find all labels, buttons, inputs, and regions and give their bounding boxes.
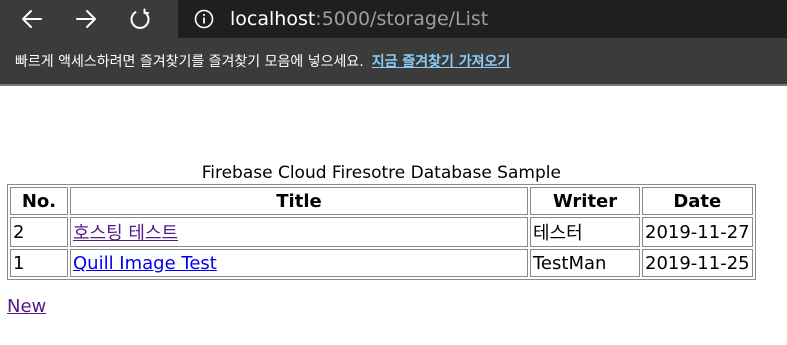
table-caption: Firebase Cloud Firesotre Database Sample	[201, 163, 561, 183]
cell-date: 2019-11-27	[642, 217, 753, 247]
back-arrow-icon	[22, 10, 42, 28]
post-title-link[interactable]: Quill Image Test	[73, 253, 217, 274]
cell-date: 2019-11-25	[642, 249, 753, 277]
table-row: 2 호스팅 테스트 테스터 2019-11-27	[10, 217, 753, 247]
column-header-no: No.	[10, 187, 68, 215]
url-text[interactable]: localhost:5000/storage/List	[230, 8, 488, 30]
browser-toolbar: localhost:5000/storage/List	[0, 0, 787, 38]
column-header-title: Title	[70, 187, 528, 215]
back-button[interactable]	[12, 0, 52, 38]
table-row: 1 Quill Image Test TestMan 2019-11-25	[10, 249, 753, 277]
url-path: :5000/storage/List	[315, 8, 489, 30]
column-header-date: Date	[642, 187, 753, 215]
cell-title: Quill Image Test	[70, 249, 528, 277]
posts-table: Firebase Cloud Firesotre Database Sample…	[7, 163, 756, 280]
cell-title: 호스팅 테스트	[70, 217, 528, 247]
favorites-prompt: 빠르게 액세스하려면 즐겨찾기를 즐겨찾기 모음에 넣으세요.	[15, 54, 364, 70]
address-bar[interactable]: localhost:5000/storage/List	[178, 0, 787, 38]
favorites-bar: 빠르게 액세스하려면 즐겨찾기를 즐겨찾기 모음에 넣으세요. 지금 즐겨찾기 …	[0, 38, 787, 86]
post-title-link[interactable]: 호스팅 테스트	[73, 223, 178, 244]
cell-no: 1	[10, 249, 68, 277]
refresh-button[interactable]	[120, 0, 160, 38]
info-icon[interactable]	[194, 9, 214, 29]
new-post-link[interactable]: New	[7, 296, 46, 317]
import-favorites-link[interactable]: 지금 즐겨찾기 가져오기	[372, 51, 511, 71]
url-host: localhost	[230, 8, 316, 30]
column-header-writer: Writer	[530, 187, 640, 215]
forward-arrow-icon	[76, 10, 96, 28]
cell-writer: 테스터	[530, 217, 640, 247]
cell-no: 2	[10, 217, 68, 247]
cell-writer: TestMan	[530, 249, 640, 277]
forward-button[interactable]	[66, 0, 106, 38]
header-row: No. Title Writer Date	[10, 187, 753, 215]
refresh-icon	[130, 8, 150, 29]
